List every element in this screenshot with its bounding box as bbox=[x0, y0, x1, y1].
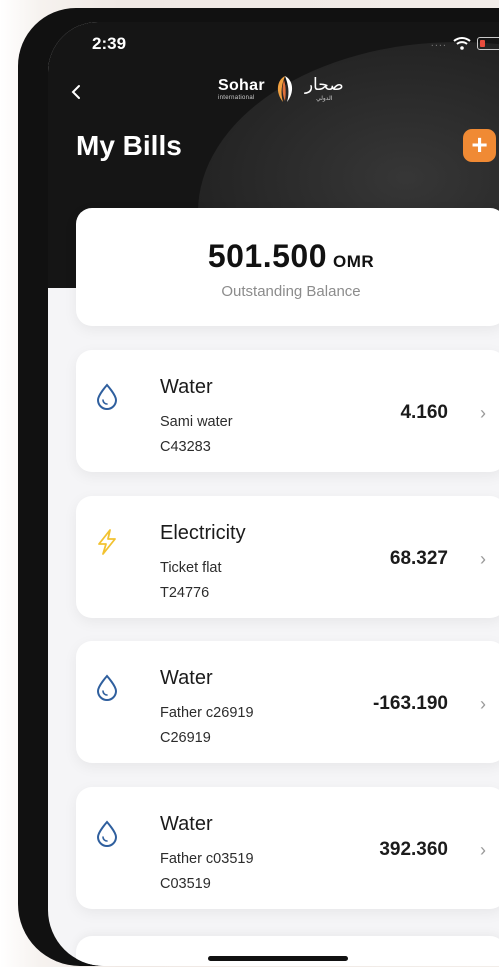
bill-name: Ticket flat bbox=[160, 560, 222, 576]
bank-logo: Sohar international صحار الدولي bbox=[218, 74, 344, 104]
logo-subtext-en: international bbox=[218, 94, 255, 101]
water-drop-icon bbox=[96, 820, 118, 847]
back-button[interactable] bbox=[70, 82, 94, 106]
status-time: 2:39 bbox=[92, 34, 127, 53]
lightning-icon bbox=[98, 529, 116, 555]
chevron-right-icon: › bbox=[480, 840, 486, 860]
bill-type: Water bbox=[160, 813, 213, 835]
bill-card-water-c03519[interactable]: Water Father c03519 C03519 392.360 › bbox=[76, 787, 499, 909]
phone-frame: 2:39 .... Sohar international صحار الدول… bbox=[18, 8, 499, 966]
home-indicator bbox=[208, 956, 348, 961]
logo-text-en: Sohar bbox=[218, 76, 265, 94]
chevron-right-icon: › bbox=[480, 403, 486, 423]
bill-amount: 68.327 bbox=[389, 548, 448, 569]
status-icons: .... bbox=[431, 36, 499, 50]
bill-name: Father c26919 bbox=[160, 705, 254, 721]
chevron-left-icon bbox=[71, 85, 80, 99]
battery-icon bbox=[477, 36, 499, 50]
bill-amount: 4.160 bbox=[400, 402, 448, 423]
logo-text-ar: صحار bbox=[304, 74, 344, 95]
balance-value: 501.500 bbox=[207, 238, 327, 274]
bill-amount: -163.190 bbox=[372, 693, 448, 714]
bill-account: C43283 bbox=[160, 439, 211, 455]
water-drop-icon bbox=[96, 383, 118, 410]
bill-account: C26919 bbox=[160, 730, 211, 746]
logo-subtext-ar: الدولي bbox=[316, 94, 333, 102]
page-title: My Bills bbox=[76, 130, 182, 161]
balance-amount: 501.500 OMR bbox=[76, 238, 499, 275]
water-drop-icon bbox=[96, 674, 118, 701]
bill-card-electricity-t24776[interactable]: Electricity Ticket flat T24776 68.327 › bbox=[76, 496, 499, 618]
chevron-right-icon: › bbox=[480, 549, 486, 569]
app-screen: 2:39 .... Sohar international صحار الدول… bbox=[48, 22, 499, 966]
bill-card-water-c43283[interactable]: Water Sami water C43283 4.160 › bbox=[76, 350, 499, 472]
bill-amount: 392.360 bbox=[379, 839, 448, 860]
bill-account: C03519 bbox=[160, 876, 211, 892]
bill-card-water-c26919[interactable]: Water Father c26919 C26919 -163.190 › bbox=[76, 641, 499, 763]
logo-mark-icon bbox=[277, 76, 292, 102]
bill-name: Father c03519 bbox=[160, 851, 254, 867]
add-bill-button[interactable]: + bbox=[463, 129, 496, 162]
balance-label: Outstanding Balance bbox=[221, 283, 361, 300]
bill-card-peek[interactable] bbox=[76, 936, 499, 966]
signal-icon: .... bbox=[430, 37, 447, 49]
bill-type: Water bbox=[160, 376, 213, 398]
balance-currency: OMR bbox=[333, 252, 375, 271]
bill-name: Sami water bbox=[160, 414, 233, 430]
chevron-right-icon: › bbox=[480, 694, 486, 714]
wifi-icon bbox=[453, 37, 471, 50]
bill-account: T24776 bbox=[160, 585, 210, 601]
bill-type: Water bbox=[160, 667, 213, 689]
bill-type: Electricity bbox=[160, 522, 246, 544]
balance-card: 501.500 OMR Outstanding Balance bbox=[76, 208, 499, 326]
